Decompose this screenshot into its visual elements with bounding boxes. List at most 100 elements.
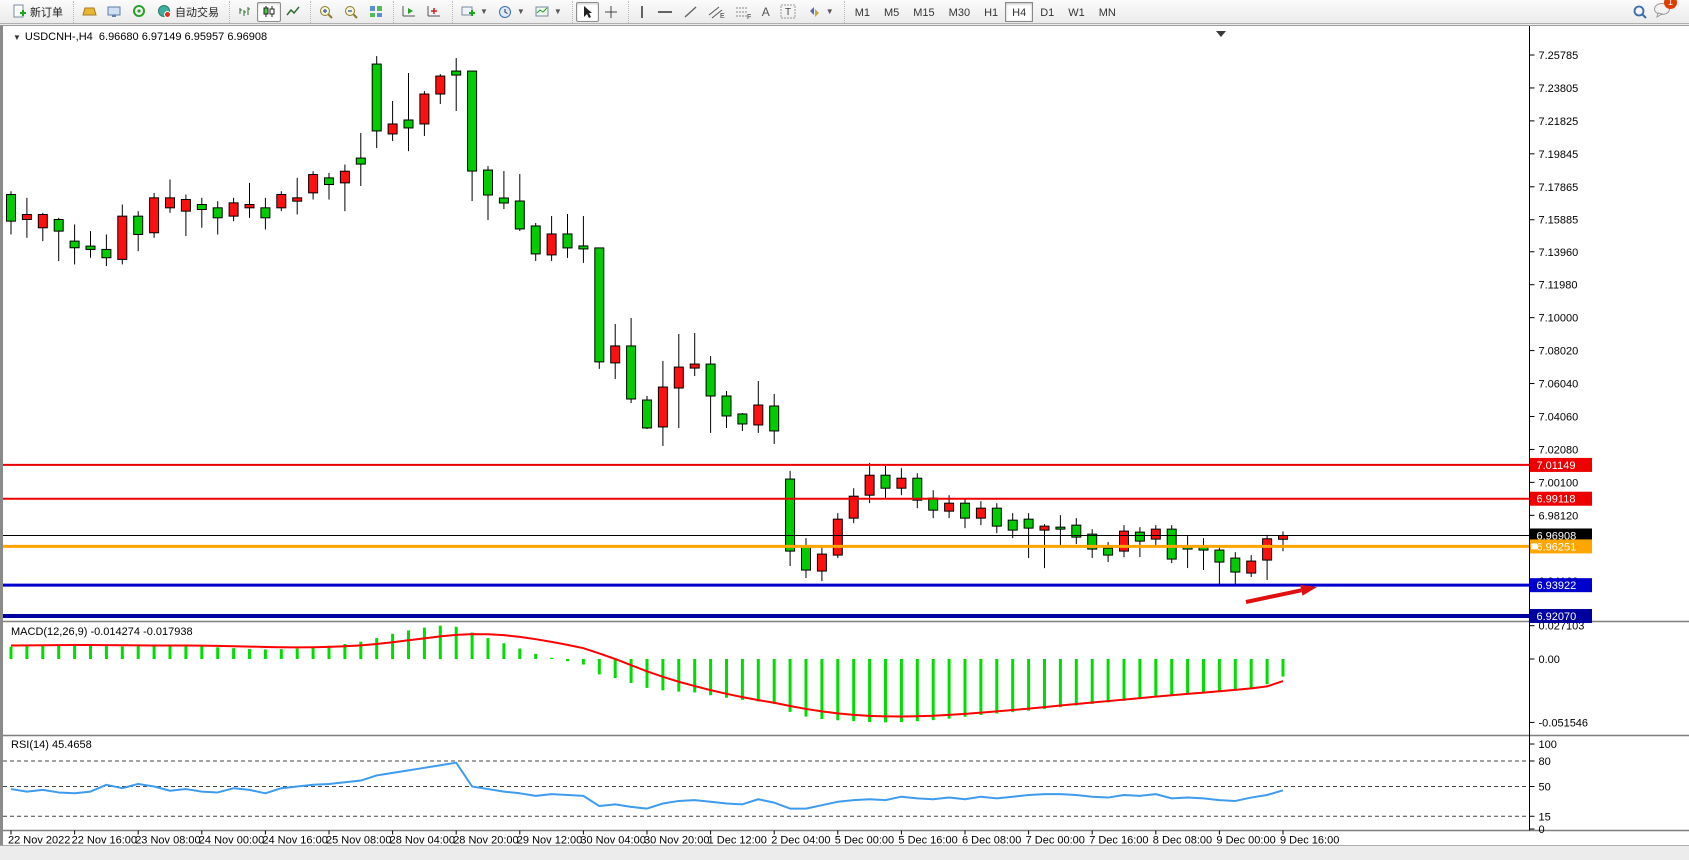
timeframe-m1[interactable]: M1	[848, 2, 877, 22]
zoom-in-button[interactable]	[314, 2, 339, 22]
autotrading-button[interactable]: 自动交易	[152, 2, 224, 22]
svg-text:15: 15	[1539, 811, 1551, 823]
svg-text:7.13960: 7.13960	[1539, 247, 1579, 259]
cursor-icon	[581, 5, 594, 19]
chevron-down-icon: ▼	[554, 7, 562, 16]
trendline-tool-button[interactable]	[678, 2, 703, 22]
notifications-button[interactable]: 1	[1653, 2, 1671, 21]
svg-text:7.15885: 7.15885	[1539, 215, 1579, 227]
svg-text:-0.051546: -0.051546	[1539, 717, 1589, 729]
signals-icon	[132, 5, 147, 18]
autotrading-icon	[157, 5, 172, 18]
timeframe-m30[interactable]: M30	[942, 2, 977, 22]
candlestick-type-button[interactable]	[257, 2, 281, 22]
svg-text:7.04060: 7.04060	[1539, 411, 1579, 423]
fibonacci-tool-button[interactable]: F	[730, 2, 757, 22]
svg-text:7.06040: 7.06040	[1539, 379, 1579, 391]
new-order-label: 新订单	[30, 4, 63, 20]
new-chart-icon	[461, 5, 476, 18]
symbol-ohlc: 6.96680 6.97149 6.95957 6.96908	[99, 31, 267, 43]
window-bottom-edge	[0, 845, 1689, 860]
symbol-title: USDCNH-,H4	[25, 31, 93, 43]
svg-text:E: E	[720, 13, 725, 19]
chart-menu-icon[interactable]: ▼	[13, 33, 21, 42]
timeframe-h1[interactable]: H1	[977, 2, 1005, 22]
svg-text:7.08020: 7.08020	[1539, 346, 1579, 358]
label-tool-button[interactable]: T	[775, 2, 802, 22]
channel-tool-button[interactable]: E	[703, 2, 730, 22]
notification-badge: 1	[1664, 0, 1677, 9]
bar-chart-icon	[238, 5, 252, 18]
terminal-icon	[107, 5, 122, 18]
zoom-out-button[interactable]	[339, 2, 364, 22]
timeframe-m5[interactable]: M5	[877, 2, 906, 22]
svg-text:6.98120: 6.98120	[1539, 510, 1579, 522]
svg-text:7.21825: 7.21825	[1539, 116, 1579, 128]
mt4-terminal: 新订单 自动交易 ▼ ▼ ▼	[0, 0, 1689, 860]
svg-text:80: 80	[1539, 756, 1551, 768]
cursor-tool-button[interactable]	[576, 2, 599, 22]
new-order-button[interactable]: 新订单	[7, 2, 68, 22]
svg-text:7.23805: 7.23805	[1539, 83, 1579, 95]
svg-text:7.11980: 7.11980	[1539, 280, 1578, 292]
svg-text:7.01149: 7.01149	[1537, 460, 1576, 472]
bar-chart-type-button[interactable]	[233, 2, 257, 22]
timeframe-w1[interactable]: W1	[1061, 2, 1092, 22]
svg-text:7.19845: 7.19845	[1539, 149, 1579, 161]
new-order-icon	[12, 4, 27, 19]
arrows-tool-button[interactable]: ▼	[802, 2, 839, 22]
timeframe-h4[interactable]: H4	[1005, 2, 1033, 22]
trendline-icon	[683, 5, 698, 19]
svg-text:7.25785: 7.25785	[1539, 50, 1579, 62]
tile-windows-icon	[369, 5, 383, 18]
chart-shift-icon	[402, 5, 417, 18]
zoom-out-icon	[344, 5, 359, 19]
svg-text:6.92070: 6.92070	[1537, 611, 1577, 623]
rsi-label: RSI(14) 45.4658	[11, 739, 92, 751]
chart-window: ▼ USDCNH-,H4 6.96680 6.97149 6.95957 6.96…	[0, 25, 1689, 845]
vline-tool-button[interactable]	[632, 2, 652, 22]
timeframe-d1[interactable]: D1	[1033, 2, 1061, 22]
period-button[interactable]: ▼	[493, 2, 530, 22]
search-button[interactable]	[1627, 2, 1653, 22]
channel-icon: E	[708, 5, 725, 19]
template-icon	[535, 5, 550, 18]
chart-autoscroll-icon	[427, 5, 442, 18]
chevron-down-icon: ▼	[826, 7, 834, 16]
svg-text:6.93922: 6.93922	[1537, 580, 1577, 592]
svg-text:7.02080: 7.02080	[1539, 444, 1579, 456]
template-button[interactable]: ▼	[530, 2, 567, 22]
tile-windows-button[interactable]	[364, 2, 388, 22]
svg-text:50: 50	[1539, 782, 1551, 794]
clock-icon	[498, 5, 513, 19]
price-chart[interactable]: 7.257857.238057.218257.198457.178657.158…	[3, 26, 1689, 846]
text-tool-label: A	[762, 5, 770, 19]
toolbar: 新订单 自动交易 ▼ ▼ ▼	[0, 0, 1689, 24]
line-chart-icon	[286, 5, 300, 18]
timeframe-mn[interactable]: MN	[1092, 2, 1123, 22]
svg-text:7.00100: 7.00100	[1539, 477, 1579, 489]
svg-text:0: 0	[1539, 824, 1545, 836]
fibonacci-icon: F	[735, 5, 752, 19]
metaeditor-button[interactable]	[77, 2, 102, 22]
hline-icon	[657, 5, 673, 19]
timeframe-group: M1M5M15M30H1H4D1W1MN	[844, 1, 1126, 23]
timeframe-m15[interactable]: M15	[906, 2, 941, 22]
terminal-button[interactable]	[102, 2, 127, 22]
hline-tool-button[interactable]	[652, 2, 678, 22]
svg-text:6.99118: 6.99118	[1537, 494, 1576, 506]
svg-text:100: 100	[1539, 739, 1557, 751]
svg-text:F: F	[747, 14, 751, 19]
autotrading-label: 自动交易	[175, 4, 219, 20]
signals-button[interactable]	[127, 2, 152, 22]
symbol-line: ▼ USDCNH-,H4 6.96680 6.97149 6.95957 6.96…	[13, 31, 267, 43]
chart-shift-button[interactable]	[397, 2, 422, 22]
line-chart-type-button[interactable]	[281, 2, 305, 22]
zoom-in-icon	[319, 5, 334, 19]
new-chart-button[interactable]: ▼	[456, 2, 493, 22]
text-tool-button[interactable]: A	[757, 2, 775, 22]
crosshair-tool-button[interactable]	[599, 2, 623, 22]
svg-text:0.00: 0.00	[1539, 654, 1560, 666]
chart-autoscroll-button[interactable]	[422, 2, 447, 22]
svg-text:6.96251: 6.96251	[1537, 541, 1577, 553]
